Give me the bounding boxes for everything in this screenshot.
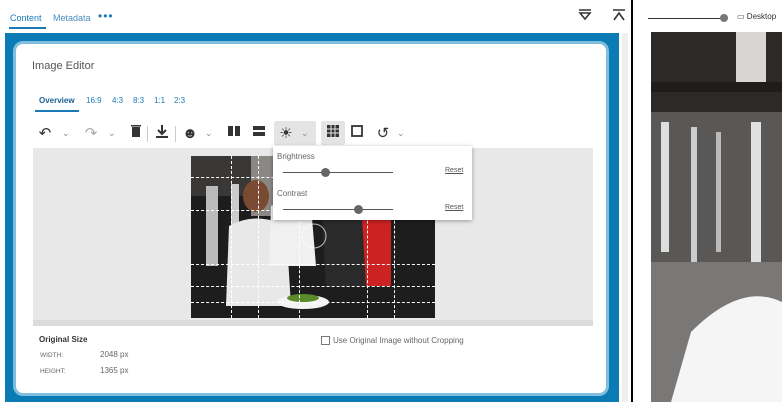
face-detect-icon[interactable]: ☻ (180, 124, 200, 144)
delete-icon[interactable] (126, 124, 146, 144)
grid-line (191, 286, 435, 287)
brightness-label: Brightness (277, 152, 315, 161)
redo-icon[interactable]: ↷ (81, 124, 101, 144)
tab-metadata[interactable]: Metadata (53, 13, 91, 23)
brightness-slider-track[interactable] (283, 172, 393, 173)
grid-line (258, 156, 259, 318)
undo-chevron-down-icon[interactable]: ⌄ (62, 128, 70, 139)
toolbar-divider (175, 126, 176, 142)
preview-image (651, 32, 782, 402)
grid-line (191, 264, 435, 265)
split-vertical-icon[interactable] (224, 124, 244, 144)
tab-8-3[interactable]: 8:3 (133, 96, 144, 105)
preview-zoom-slider-track[interactable] (648, 18, 728, 19)
tab-overview[interactable]: Overview (39, 96, 75, 105)
redo-chevron-down-icon[interactable]: ⌄ (108, 128, 116, 139)
brightness-icon[interactable]: ☀ (276, 124, 296, 144)
rotate-chevron-down-icon[interactable]: ⌄ (397, 128, 405, 139)
tab-4-3[interactable]: 4:3 (112, 96, 123, 105)
toolbar-divider (147, 126, 148, 142)
scrollbar[interactable] (622, 33, 628, 402)
device-label: Desktop (746, 12, 777, 21)
grid-line (231, 156, 232, 318)
tab-2-3[interactable]: 2:3 (174, 96, 185, 105)
tab-1-1[interactable]: 1:1 (154, 96, 165, 105)
grid-icon[interactable] (323, 124, 343, 144)
download-icon[interactable] (152, 124, 172, 144)
canvas-resize-handle[interactable] (33, 320, 593, 326)
top-tab-bar (0, 0, 630, 34)
collapse-up-icon[interactable] (608, 8, 630, 26)
desktop-icon: ▭ (737, 12, 745, 21)
use-original-label[interactable]: Use Original Image without Cropping (333, 336, 464, 345)
undo-icon[interactable]: ↶ (35, 124, 55, 144)
grid-line (191, 302, 435, 303)
contrast-slider-track[interactable] (283, 209, 393, 210)
width-value: 2048 px (100, 350, 129, 359)
contrast-slider-knob[interactable] (353, 205, 363, 214)
face-chevron-down-icon[interactable]: ⌄ (205, 128, 213, 139)
aspect-tab-indicator (35, 110, 79, 112)
original-size-title: Original Size (39, 335, 88, 344)
pane-divider[interactable] (631, 0, 633, 402)
brightness-slider-knob[interactable] (320, 168, 330, 177)
height-value: 1365 px (100, 366, 129, 375)
height-label: HEIGHT: (40, 368, 66, 375)
use-original-checkbox[interactable] (321, 336, 330, 345)
tab-16-9[interactable]: 16:9 (86, 96, 102, 105)
rotate-icon[interactable]: ↺ (373, 124, 393, 144)
collapse-down-icon[interactable] (574, 8, 596, 26)
dialog-title: Image Editor (32, 60, 95, 72)
more-tabs-button[interactable]: ••• (98, 9, 114, 23)
crop-icon[interactable] (347, 124, 367, 144)
tab-content[interactable]: Content (10, 13, 42, 23)
contrast-label: Contrast (277, 189, 308, 198)
brightness-chevron-down-icon[interactable]: ⌄ (301, 128, 309, 139)
width-label: WIDTH: (40, 352, 64, 359)
device-selector[interactable]: ▭ Desktop (737, 12, 776, 21)
split-horizontal-icon[interactable] (249, 124, 269, 144)
brightness-reset-link[interactable]: Reset (445, 167, 463, 174)
active-tab-indicator (9, 27, 46, 29)
adjust-popup: Brightness Reset Contrast Reset (273, 146, 472, 220)
preview-zoom-slider-knob[interactable] (720, 14, 728, 22)
contrast-reset-link[interactable]: Reset (445, 204, 463, 211)
